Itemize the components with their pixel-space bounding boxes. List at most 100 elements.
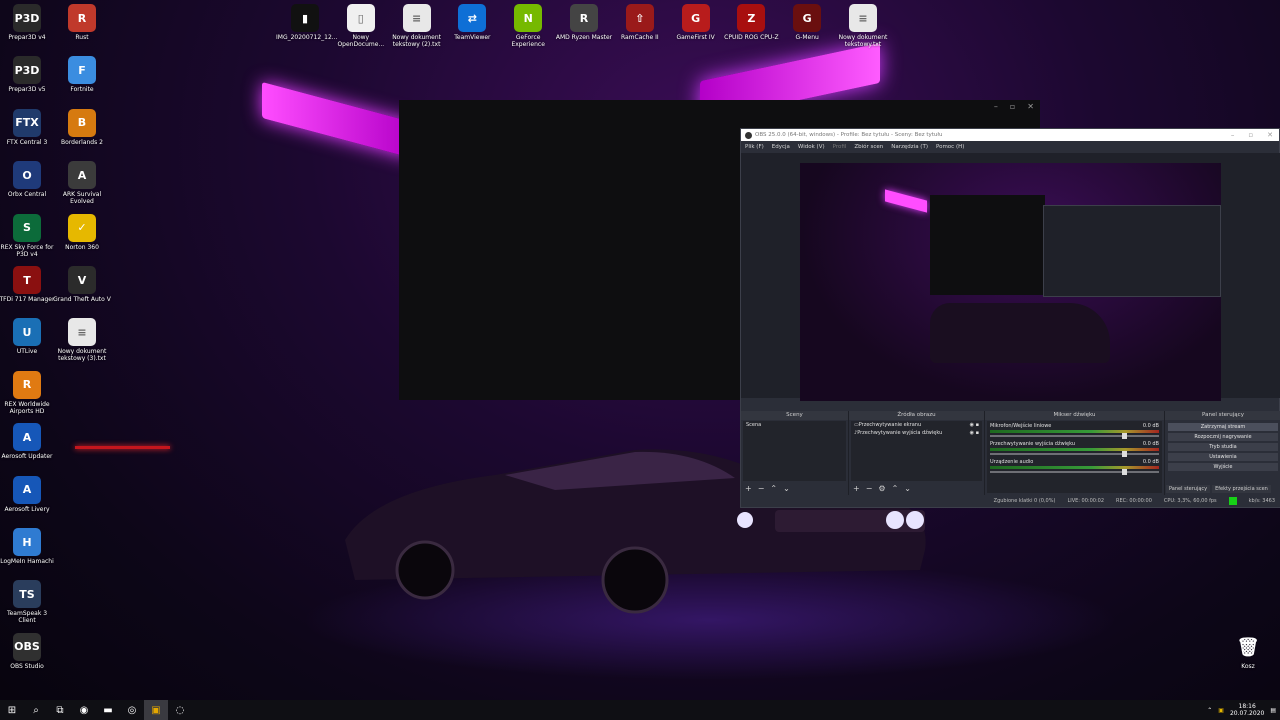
desktop-icon[interactable]: V Grand Theft Auto V (53, 266, 111, 303)
maximize-icon[interactable]: ▫ (1010, 102, 1015, 111)
control-button[interactable]: Zatrzymaj stream (1168, 423, 1278, 431)
desktop-icon[interactable]: A ARK Survival Evolved (53, 161, 111, 205)
desktop-icon[interactable]: ⇧ RamCache II (611, 4, 669, 41)
clock[interactable]: 18:16 20.07.2020 (1230, 703, 1264, 717)
steam-icon[interactable]: ◎ (120, 700, 144, 720)
start-icon[interactable]: ⊞ (0, 700, 24, 720)
source-item[interactable]: ♪ Przechwytywanie wyjścia dźwięku ◉ ▪ (851, 429, 982, 437)
desktop-icon-label: GameFirst IV (676, 34, 715, 41)
visibility-icon[interactable]: ◉ ▪ (970, 422, 979, 428)
volume-slider[interactable] (990, 451, 1159, 457)
search-icon[interactable]: ⌕ (24, 700, 48, 720)
desktop-icon[interactable]: ≡ Nowy dokument tekstowy (2).txt (388, 4, 446, 48)
dock-tab[interactable]: Panel sterujący (1166, 485, 1211, 493)
close-icon[interactable]: ✕ (1267, 131, 1273, 139)
desktop-icon-label: RamCache II (620, 34, 659, 41)
desktop-icon[interactable]: F Fortnite (53, 56, 111, 93)
task-view-icon[interactable]: ⧉ (48, 700, 72, 720)
menu-item[interactable]: Zbiór scen (854, 144, 883, 150)
desktop-icon[interactable]: G GameFirst IV (667, 4, 725, 41)
mixer-row: Przechwytywanie wyjścia dźwięku 0.0 dB (987, 439, 1162, 457)
desktop-icon-label: IMG_20200712_12... (276, 34, 338, 41)
controls-list: Zatrzymaj stream Rozpocznij nagrywanie Try… (1165, 421, 1280, 473)
move-up-icon[interactable]: ⌃ (770, 484, 777, 493)
desktop-icon[interactable]: ✓ Norton 360 (53, 213, 111, 251)
app-icon: ▯ (346, 4, 375, 32)
desktop-icon[interactable]: R REX Worldwide Airports HD (0, 370, 56, 415)
source-item[interactable]: ▭ Przechwytywanie ekranu ◉ ▪ (851, 421, 982, 429)
scene-item[interactable]: Scena (743, 421, 846, 429)
desktop-icon[interactable]: U UTLive (0, 318, 56, 355)
desktop-icon[interactable]: P3D Prepar3D v4 (0, 4, 56, 41)
desktop-icon[interactable]: R Rust (53, 4, 111, 41)
volume-slider[interactable] (990, 433, 1159, 439)
desktop-icon-recycle-bin[interactable]: 🗑 Kosz (1219, 633, 1277, 671)
add-icon[interactable]: + (853, 484, 860, 493)
close-icon[interactable]: ✕ (1027, 102, 1034, 111)
control-button[interactable]: Tryb studia (1168, 443, 1278, 451)
app-icon: S (13, 213, 41, 242)
app-icon: ⇧ (625, 4, 654, 32)
gear-icon[interactable]: ⚙ (878, 484, 885, 493)
minimize-icon[interactable]: – (994, 102, 998, 111)
control-button[interactable]: Wyjście (1168, 463, 1278, 471)
desktop-icon[interactable]: ▯ Nowy OpenDocume... (332, 4, 390, 48)
visibility-icon[interactable]: ◉ ▪ (970, 430, 979, 436)
desktop-icon[interactable]: S REX Sky Force for P3D v4 (0, 213, 56, 258)
desktop-icon[interactable]: ≡ Nowy dokument tekstowy.txt (834, 4, 892, 48)
move-down-icon[interactable]: ⌄ (783, 484, 790, 493)
notifications-icon[interactable]: ▤ (1270, 707, 1276, 714)
volume-slider[interactable] (990, 469, 1159, 475)
desktop-icon[interactable]: A Aerosoft Livery (0, 475, 56, 513)
menu-item[interactable]: Widok (V) (798, 144, 825, 150)
system-tray: ⌃ ▣ 18:16 20.07.2020 ▤ (1207, 700, 1276, 720)
desktop-icon[interactable]: G G-Menu (778, 4, 836, 41)
app-icon: ≡ (402, 4, 431, 32)
menu-item[interactable]: Profil (833, 144, 847, 150)
network-icon[interactable]: ▣ (1218, 707, 1224, 714)
chevron-up-icon[interactable]: ⌃ (1207, 707, 1212, 714)
desktop-icon[interactable]: ⇄ TeamViewer (443, 4, 501, 41)
desktop-icon[interactable]: P3D Prepar3D v5 (0, 56, 56, 93)
taskbar-buttons: ⊞ ⌕ ⧉ ◉ ▬ ◎ ▣ ◌ (0, 700, 192, 720)
desktop-icon[interactable]: H LogMeIn Hamachi (0, 528, 56, 565)
desktop-icon[interactable]: B Borderlands 2 (53, 108, 111, 146)
desktop-icon[interactable]: TS TeamSpeak 3 Client (0, 580, 56, 624)
desktop-icon[interactable]: OBS OBS Studio (0, 632, 56, 670)
dock-tab[interactable]: Efekty przejścia scen (1212, 485, 1271, 493)
desktop-icon[interactable]: N GeForce Experience (499, 4, 557, 48)
chrome-icon[interactable]: ◉ (72, 700, 96, 720)
obs-preview[interactable] (741, 153, 1280, 401)
move-up-icon[interactable]: ⌃ (892, 484, 899, 493)
desktop-icon[interactable]: Z CPUID ROG CPU-Z (722, 4, 780, 41)
obs-window[interactable]: OBS 25.0.0 (64-bit, windows) - Profile: … (740, 128, 1280, 508)
desktop-icon[interactable]: O Orbx Central (0, 161, 56, 198)
menu-item[interactable]: Narzędzia (T) (891, 144, 928, 150)
maximize-icon[interactable]: ▫ (1248, 131, 1253, 139)
desktop-icon-label: Nowy dokument tekstowy (3).txt (57, 348, 107, 363)
obs-titlebar[interactable]: OBS 25.0.0 (64-bit, windows) - Profile: … (741, 129, 1279, 141)
desktop-icon[interactable]: R AMD Ryzen Master (555, 4, 613, 41)
file-explorer-icon[interactable]: ▬ (96, 700, 120, 720)
desktop-icon[interactable]: ≡ Nowy dokument tekstowy (3).txt (53, 318, 111, 362)
obs-logo-icon (745, 131, 752, 139)
desktop-icon[interactable]: FTX FTX Central 3 (0, 108, 56, 146)
remove-icon[interactable]: − (866, 484, 873, 493)
menu-item[interactable]: Edycja (772, 144, 790, 150)
desktop-icon[interactable]: ▮ IMG_20200712_12... (276, 4, 338, 41)
desktop-icon[interactable]: T TFDi 717 Manager (0, 266, 56, 303)
move-down-icon[interactable]: ⌄ (904, 484, 911, 493)
desktop-icon-label: Orbx Central (7, 191, 47, 199)
minimize-icon[interactable]: – (1231, 131, 1235, 139)
desktop-icon[interactable]: A Aerosoft Updater (0, 423, 56, 460)
menu-item[interactable]: Plik (F) (745, 144, 764, 150)
control-button[interactable]: Rozpocznij nagrywanie (1168, 433, 1278, 441)
control-button[interactable]: Ustawienia (1168, 453, 1278, 461)
menu-item[interactable]: Pomoc (H) (936, 144, 964, 150)
add-icon[interactable]: + (745, 484, 752, 493)
app-icon[interactable]: ▣ (144, 700, 168, 720)
app-icon: P3D (13, 56, 41, 85)
remove-icon[interactable]: − (758, 484, 765, 493)
obs-icon[interactable]: ◌ (168, 700, 192, 720)
app-icon: ⇄ (458, 4, 487, 32)
